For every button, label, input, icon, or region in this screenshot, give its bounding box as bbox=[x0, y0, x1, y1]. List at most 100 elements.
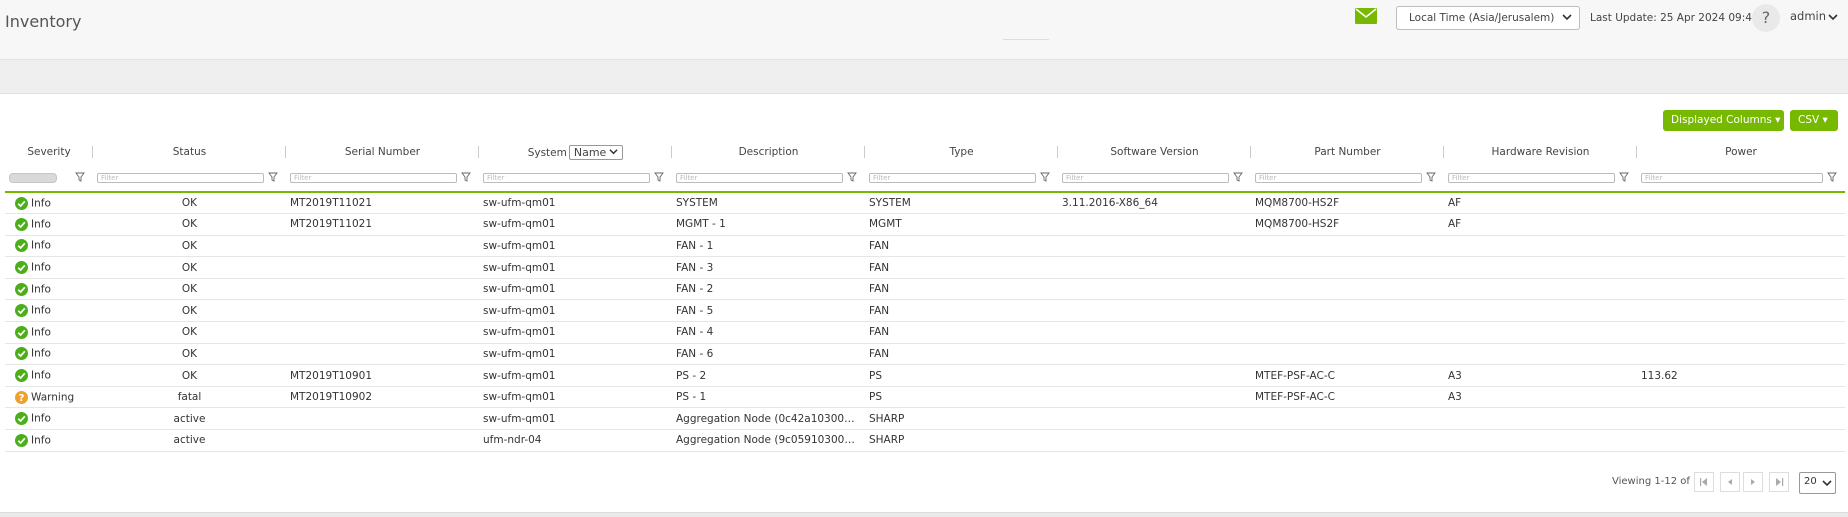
part-filter-input[interactable]: Filter bbox=[1255, 173, 1422, 183]
power-cell bbox=[1637, 235, 1845, 258]
column-header-power[interactable]: Power bbox=[1637, 142, 1845, 162]
table-row[interactable]: Info OK MT2019T11021 sw-ufm-qm01 SYSTEM SYSTE… bbox=[5, 191, 1845, 215]
last-page-button[interactable] bbox=[1769, 472, 1789, 492]
serial-cell bbox=[286, 343, 479, 366]
funnel-icon[interactable] bbox=[654, 172, 664, 182]
funnel-icon[interactable] bbox=[461, 172, 471, 182]
funnel-icon[interactable] bbox=[1040, 172, 1050, 182]
csv-button[interactable]: CSV ▾ bbox=[1790, 110, 1838, 131]
check-circle-icon bbox=[15, 347, 28, 361]
hw-cell bbox=[1444, 299, 1637, 323]
description-filter-input[interactable]: Filter bbox=[676, 173, 843, 183]
funnel-icon[interactable] bbox=[847, 172, 857, 182]
type-filter-input[interactable]: Filter bbox=[869, 173, 1036, 183]
description-cell: PS - 2 bbox=[672, 364, 865, 387]
column-label: Description bbox=[738, 146, 799, 158]
check-circle-icon bbox=[15, 217, 28, 231]
system-cell: sw-ufm-qm01 bbox=[479, 213, 672, 236]
severity-label: Info bbox=[31, 326, 51, 339]
power-cell bbox=[1637, 429, 1845, 452]
displayed-columns-button[interactable]: Displayed Columns ▾ bbox=[1663, 110, 1784, 131]
system-display-select[interactable]: Name bbox=[568, 144, 624, 160]
page-size-value: 20 bbox=[1804, 476, 1817, 487]
part-cell: MQM8700-HS2F bbox=[1251, 213, 1444, 236]
severity-filter-select[interactable] bbox=[9, 173, 57, 183]
top-bar: Inventory Local Time (Asia/Jerusalem) La… bbox=[0, 0, 1848, 60]
hw-cell: A3 bbox=[1444, 386, 1637, 409]
system-filter-input[interactable]: Filter bbox=[483, 173, 650, 183]
table-row[interactable]: Info OK sw-ufm-qm01 FAN - 2 FAN bbox=[5, 278, 1845, 301]
page-title: Inventory bbox=[5, 12, 82, 31]
funnel-icon[interactable] bbox=[1619, 172, 1629, 182]
software-filter-input[interactable]: Filter bbox=[1062, 173, 1229, 183]
column-header-serial-number[interactable]: Serial Number bbox=[286, 142, 479, 162]
table-row[interactable]: Info OK sw-ufm-qm01 FAN - 4 FAN bbox=[5, 321, 1845, 344]
first-page-button[interactable] bbox=[1694, 472, 1714, 492]
table-row[interactable]: Info OK MT2019T11021 sw-ufm-qm01 MGMT - 1 MGM… bbox=[5, 213, 1845, 236]
funnel-icon[interactable] bbox=[75, 172, 85, 182]
hw-cell bbox=[1444, 321, 1637, 344]
power-cell bbox=[1637, 386, 1845, 409]
description-cell: SYSTEM bbox=[672, 191, 865, 215]
power-filter-input[interactable]: Filter bbox=[1641, 173, 1823, 183]
table-row[interactable]: Info OK sw-ufm-qm01 FAN - 1 FAN bbox=[5, 235, 1845, 258]
sub-toolbar bbox=[0, 60, 1848, 94]
funnel-icon[interactable] bbox=[1426, 172, 1436, 182]
table-row[interactable]: Info OK sw-ufm-qm01 FAN - 6 FAN bbox=[5, 343, 1845, 366]
system-cell: sw-ufm-qm01 bbox=[479, 386, 672, 409]
prev-page-button[interactable] bbox=[1720, 472, 1740, 492]
column-header-type[interactable]: Type bbox=[865, 142, 1058, 162]
divider bbox=[1003, 39, 1049, 40]
funnel-icon[interactable] bbox=[1827, 172, 1837, 182]
serial-cell: MT2019T11021 bbox=[286, 213, 479, 236]
serial-cell bbox=[286, 429, 479, 452]
column-label: Software Version bbox=[1110, 146, 1199, 158]
filter-cell: Filter bbox=[479, 162, 672, 192]
power-cell: 113.62 bbox=[1637, 364, 1845, 387]
help-icon[interactable]: ? bbox=[1752, 4, 1780, 32]
table-row[interactable]: ? Warning fatal MT2019T10902 sw-ufm-qm01 PS -… bbox=[5, 386, 1845, 409]
status-cell: OK bbox=[93, 343, 286, 366]
severity-label: Info bbox=[31, 283, 51, 296]
hw-cell: A3 bbox=[1444, 364, 1637, 387]
table-row[interactable]: Info OK sw-ufm-qm01 FAN - 5 FAN bbox=[5, 299, 1845, 323]
column-header-description[interactable]: Description bbox=[672, 142, 865, 162]
system-cell: sw-ufm-qm01 bbox=[479, 321, 672, 344]
type-cell: SHARP bbox=[865, 407, 1058, 431]
table-row[interactable]: Info OK sw-ufm-qm01 FAN - 3 FAN bbox=[5, 256, 1845, 279]
status-cell: OK bbox=[93, 299, 286, 323]
table-row[interactable]: Info OK MT2019T10901 sw-ufm-qm01 PS - 2 PS MTE… bbox=[5, 364, 1845, 387]
column-header-severity[interactable]: Severity bbox=[5, 142, 93, 162]
power-cell bbox=[1637, 278, 1845, 301]
filter-cell: Filter bbox=[672, 162, 865, 192]
description-cell: Aggregation Node (0c42a1030079a6... bbox=[672, 407, 865, 431]
footer-bar bbox=[0, 512, 1848, 517]
severity-cell: Info bbox=[5, 256, 93, 279]
envelope-icon[interactable] bbox=[1355, 8, 1377, 24]
column-header-system[interactable]: System Name bbox=[479, 142, 672, 162]
table-row[interactable]: Info active ufm-ndr-04 Aggregation Node (9c… bbox=[5, 429, 1845, 452]
funnel-icon[interactable] bbox=[268, 172, 278, 182]
status-filter-input[interactable]: Filter bbox=[97, 173, 264, 183]
prev-page-icon bbox=[1728, 479, 1732, 485]
timezone-select[interactable]: Local Time (Asia/Jerusalem) bbox=[1396, 6, 1580, 30]
power-cell bbox=[1637, 343, 1845, 366]
software-cell bbox=[1058, 407, 1251, 431]
page-size-select[interactable]: 20 bbox=[1799, 472, 1836, 494]
hardware-filter-input[interactable]: Filter bbox=[1448, 173, 1615, 183]
column-header-hardware-revision[interactable]: Hardware Revision bbox=[1444, 142, 1637, 162]
check-circle-icon bbox=[15, 196, 28, 210]
table-row[interactable]: Info active sw-ufm-qm01 Aggregation Node (0… bbox=[5, 407, 1845, 431]
software-cell bbox=[1058, 299, 1251, 323]
serial-filter-input[interactable]: Filter bbox=[290, 173, 457, 183]
column-header-part-number[interactable]: Part Number bbox=[1251, 142, 1444, 162]
next-page-button[interactable] bbox=[1743, 472, 1763, 492]
software-cell bbox=[1058, 235, 1251, 258]
user-menu[interactable]: admin bbox=[1790, 9, 1838, 23]
description-cell: FAN - 3 bbox=[672, 256, 865, 279]
funnel-icon[interactable] bbox=[1233, 172, 1243, 182]
column-header-status[interactable]: Status bbox=[93, 142, 286, 162]
last-update-text: Last Update: 25 Apr 2024 09:46 bbox=[1590, 12, 1759, 24]
column-header-software-version[interactable]: Software Version bbox=[1058, 142, 1251, 162]
system-cell: sw-ufm-qm01 bbox=[479, 407, 672, 431]
